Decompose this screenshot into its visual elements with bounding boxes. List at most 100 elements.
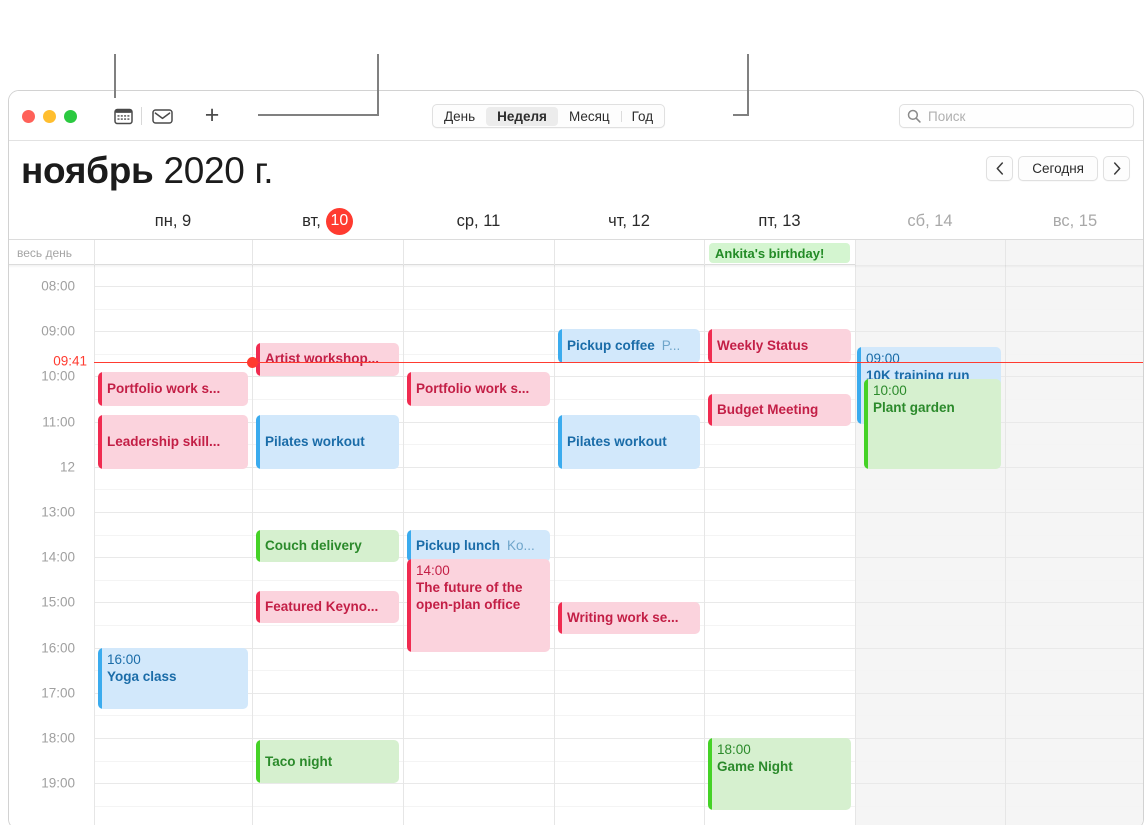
callout-line-views-vertical	[747, 54, 749, 115]
next-week-button[interactable]	[1103, 156, 1130, 181]
previous-week-button[interactable]	[986, 156, 1014, 181]
view-tab-month[interactable]: Месяц	[558, 107, 621, 126]
date-navigation: Сегодня	[986, 156, 1130, 181]
calendar-event[interactable]: Featured Keyno...	[256, 591, 399, 623]
calendar-event[interactable]: Pilates workout	[256, 414, 399, 470]
calendar-event[interactable]: Artist workshop...	[256, 342, 399, 377]
event-subtitle: P...	[661, 337, 681, 353]
add-event-button[interactable]: +	[199, 103, 225, 129]
event-color-bar	[708, 328, 712, 363]
page-title-month: ноябрь	[21, 150, 154, 191]
calendar-window: + День Неделя Месяц Год ноябрь	[8, 90, 1144, 825]
day-header-14[interactable]: сб, 14	[855, 203, 1005, 239]
event-title: Pickup coffee	[567, 337, 655, 353]
minimize-window-button[interactable]	[43, 110, 56, 123]
calendar-event[interactable]: 18:00 Game Night	[708, 738, 851, 811]
event-color-bar	[708, 394, 712, 427]
close-window-button[interactable]	[22, 110, 35, 123]
calendar-event[interactable]: 10:00 Plant garden	[864, 378, 1001, 470]
column-separator	[1005, 265, 1006, 825]
calendar-event[interactable]: Leadership skill...	[98, 414, 248, 470]
callout-line-calendar-icon	[114, 54, 116, 98]
day-header-label: ср, 11	[456, 211, 501, 230]
view-tab-day[interactable]: День	[433, 107, 486, 126]
day-header-13[interactable]: пт, 13	[704, 203, 855, 239]
calendar-event[interactable]: 14:00 The future of the open-plan office	[407, 559, 550, 653]
current-time-label: 09:41	[53, 353, 87, 369]
calendar-event[interactable]: Weekly Status	[708, 328, 851, 363]
day-header-12[interactable]: чт, 12	[554, 203, 704, 239]
time-label-1900: 19:00	[41, 775, 75, 791]
all-day-cell-11[interactable]	[403, 240, 554, 266]
event-title: Pilates workout	[567, 433, 667, 449]
calendar-sidebar-toggle-button[interactable]	[110, 105, 136, 127]
calendar-event[interactable]: Couch delivery	[256, 530, 399, 562]
event-color-bar	[256, 740, 260, 784]
time-label-1500: 15:00	[41, 594, 75, 610]
event-color-bar	[256, 414, 260, 470]
event-color-bar	[857, 347, 861, 424]
current-time-dot	[246, 357, 258, 369]
event-time: 18:00	[717, 742, 751, 757]
search-input[interactable]	[926, 107, 1106, 125]
calendar-event[interactable]: Pickup lunch Ko...	[407, 530, 550, 562]
event-title-line2: open-plan office	[416, 597, 521, 613]
day-header-label: пт, 13	[758, 211, 801, 230]
event-color-bar	[407, 371, 411, 406]
page-title: ноябрь 2020 г.	[21, 148, 273, 194]
event-title: Weekly Status	[717, 337, 809, 353]
event-title: Pilates workout	[265, 433, 365, 449]
day-header-11[interactable]: ср, 11	[403, 203, 554, 239]
column-separator	[855, 265, 856, 825]
all-day-cell-12[interactable]	[554, 240, 704, 266]
time-label-1600: 16:00	[41, 640, 75, 656]
view-tab-week[interactable]: Неделя	[486, 106, 558, 126]
all-day-event[interactable]: Ankita's birthday!	[709, 243, 850, 263]
day-header-10[interactable]: вт, 10	[252, 203, 403, 239]
calendar-event[interactable]: 16:00 Yoga class	[98, 647, 248, 709]
event-title: Portfolio work s...	[107, 380, 221, 396]
event-subtitle: Ko...	[507, 537, 535, 553]
all-day-cell-10[interactable]	[252, 240, 403, 266]
calendar-event[interactable]: Writing work se...	[558, 602, 700, 635]
event-color-bar	[407, 559, 411, 653]
all-day-cell-14[interactable]	[855, 240, 1005, 266]
page-title-year: 2020 г.	[163, 150, 274, 191]
maximize-window-button[interactable]	[64, 110, 77, 123]
calendar-event[interactable]: Portfolio work s...	[407, 371, 550, 406]
day-header-label: вс, 15	[1052, 211, 1098, 230]
all-day-cell-15[interactable]	[1005, 240, 1143, 266]
view-mode-segmented-control[interactable]: День Неделя Месяц Год	[432, 104, 666, 128]
chevron-left-icon	[996, 162, 1003, 175]
day-header-9[interactable]: пн, 9	[94, 203, 252, 239]
week-grid[interactable]: 08:00 09:00 10:00 11:00 12 13:00 14:00 15:00 16:…	[9, 265, 1143, 825]
event-time: 16:00	[107, 651, 141, 667]
time-label-0800: 08:00	[41, 278, 75, 294]
search-field[interactable]	[899, 104, 1134, 128]
day-header-15[interactable]: вс, 15	[1005, 203, 1143, 239]
today-button[interactable]: Сегодня	[1018, 156, 1098, 181]
calendar-event[interactable]: Taco night	[256, 740, 399, 784]
column-separator	[704, 265, 705, 825]
time-label-1700: 17:00	[41, 685, 75, 701]
view-tab-year[interactable]: Год	[620, 107, 665, 126]
event-time: 09:00	[866, 351, 900, 367]
window-toolbar: + День Неделя Месяц Год	[9, 91, 1143, 141]
time-label-1800: 18:00	[41, 730, 75, 746]
callout-line-add-vertical	[377, 54, 379, 115]
time-label-1400: 14:00	[41, 549, 75, 565]
calendar-event[interactable]: Budget Meeting	[708, 394, 851, 427]
event-title: The future of the	[416, 580, 523, 596]
all-day-cell-9[interactable]	[94, 240, 252, 266]
column-separator	[252, 265, 253, 825]
all-day-label: весь день	[17, 246, 73, 260]
calendar-event[interactable]: Portfolio work s...	[98, 371, 248, 406]
time-label-0900: 09:00	[41, 323, 75, 339]
screenshot-root: + День Неделя Месяц Год ноябрь	[0, 0, 1144, 825]
calendar-event[interactable]: Pickup coffee P...	[558, 328, 700, 363]
day-header-label: вт,	[302, 211, 321, 230]
calendar-event[interactable]: Pilates workout	[558, 414, 700, 470]
callout-line-add-horizontal	[258, 114, 379, 116]
day-header-label: чт, 12	[608, 211, 650, 230]
inbox-button[interactable]	[149, 105, 175, 127]
